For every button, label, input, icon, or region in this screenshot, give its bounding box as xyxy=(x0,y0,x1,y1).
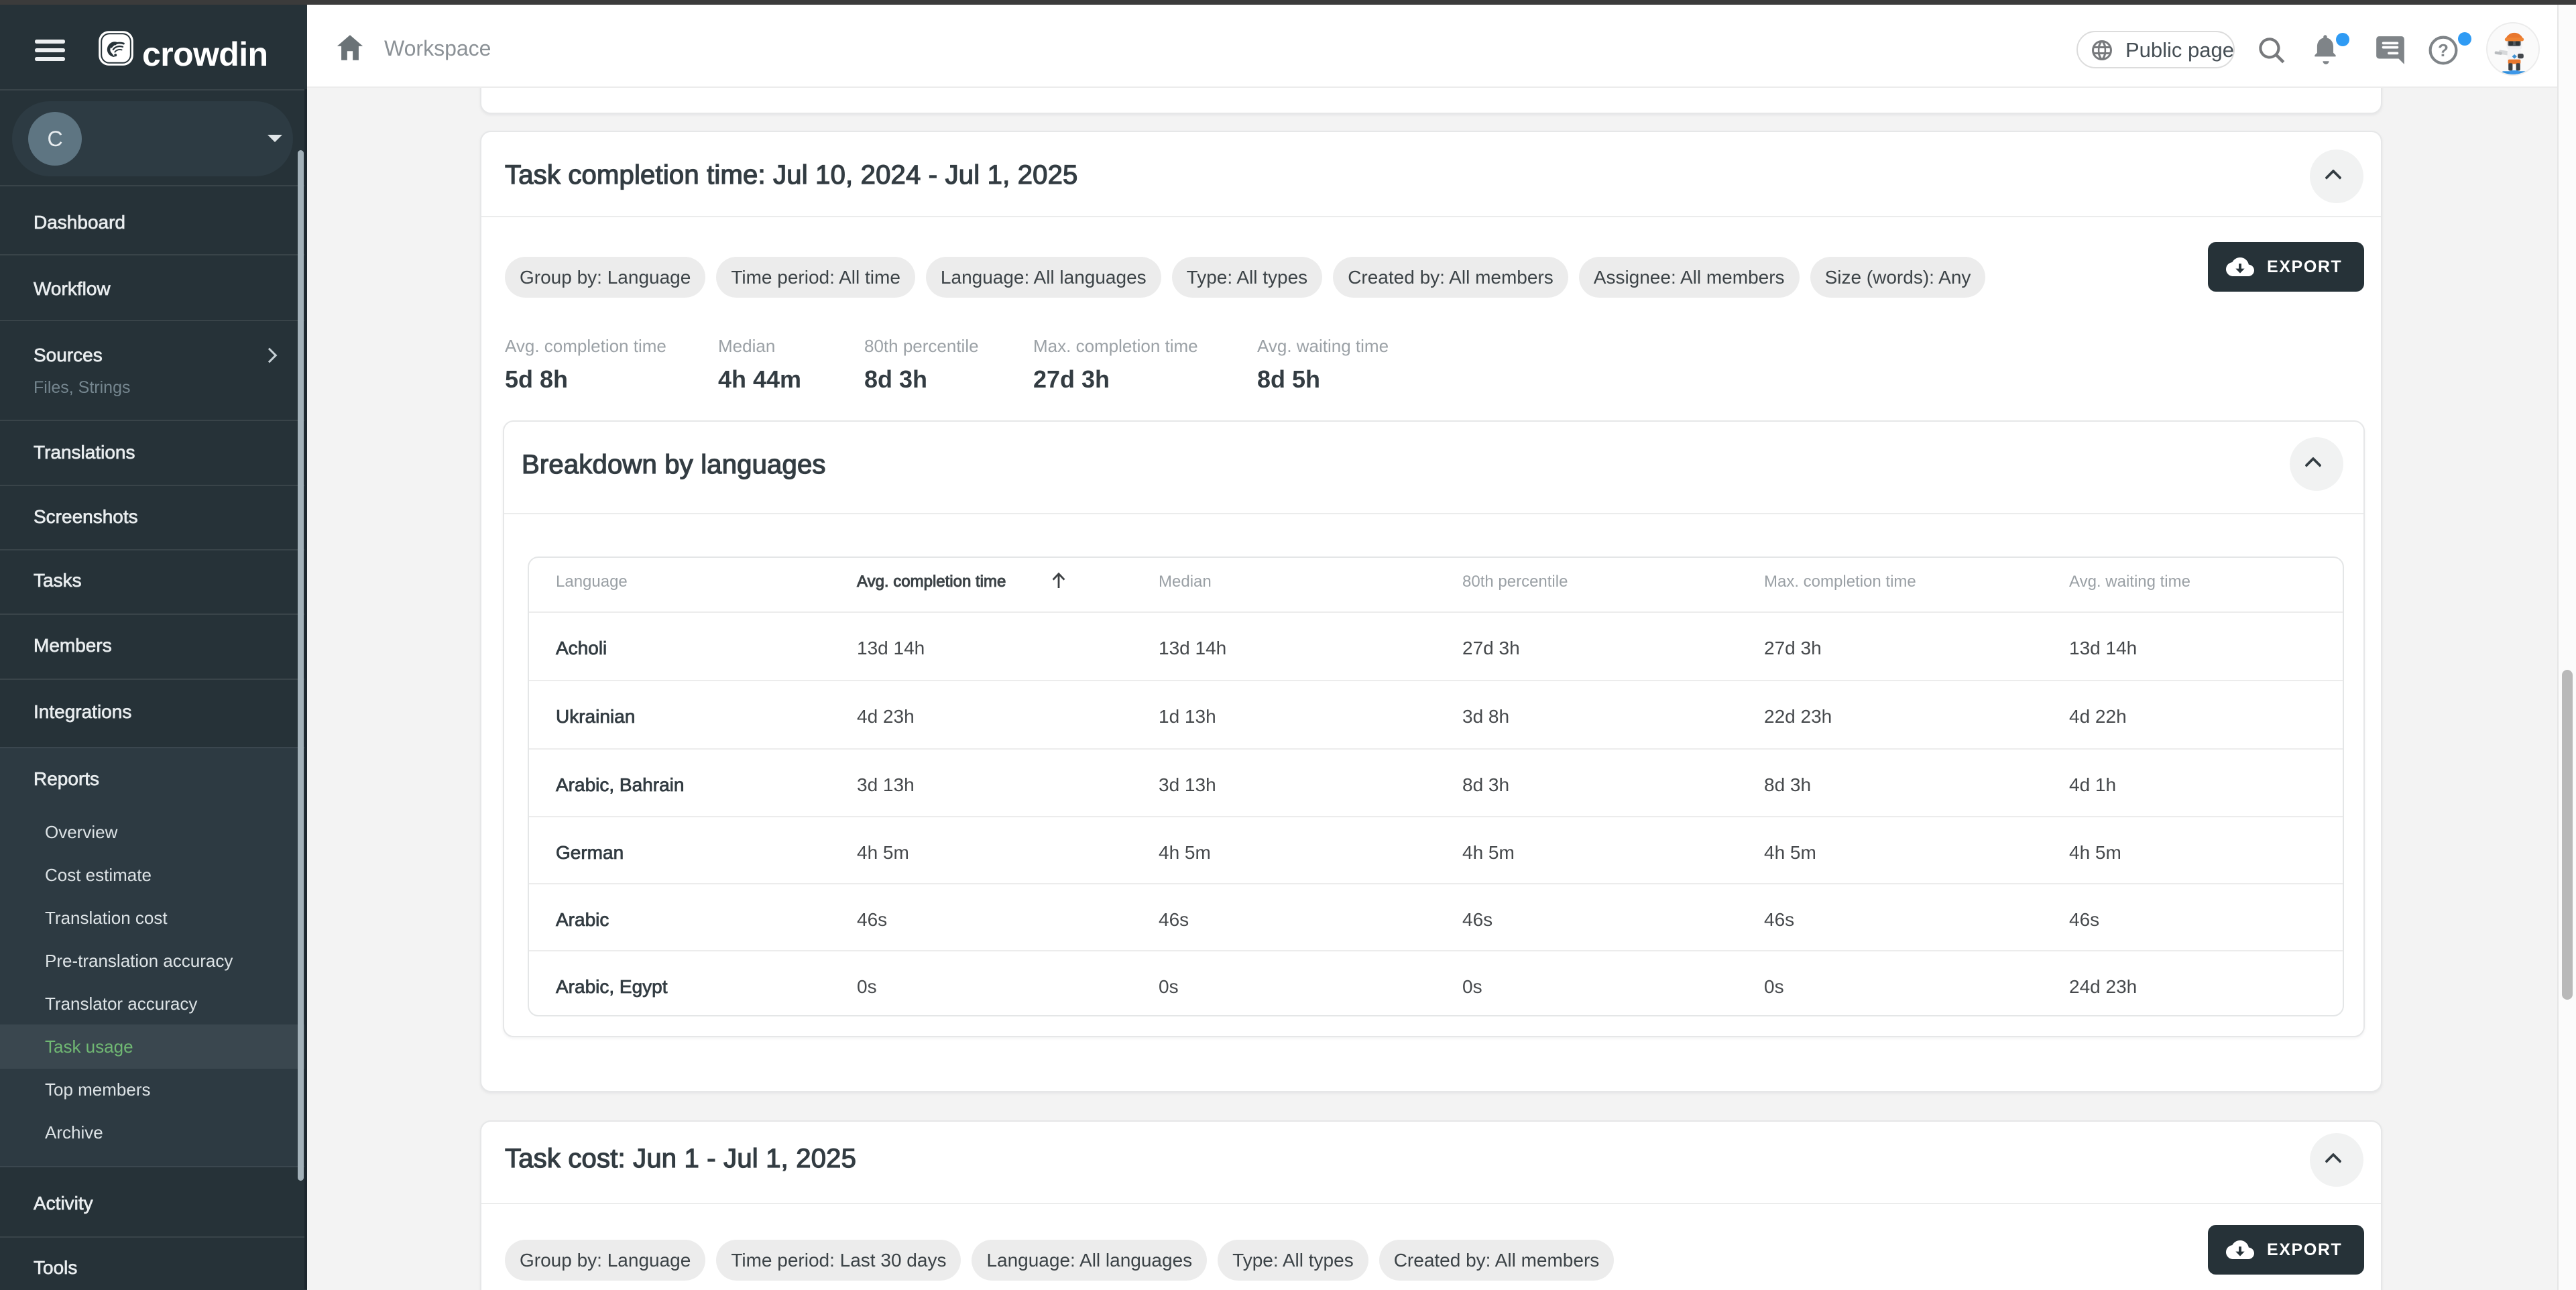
svg-text:?: ? xyxy=(2438,40,2449,60)
